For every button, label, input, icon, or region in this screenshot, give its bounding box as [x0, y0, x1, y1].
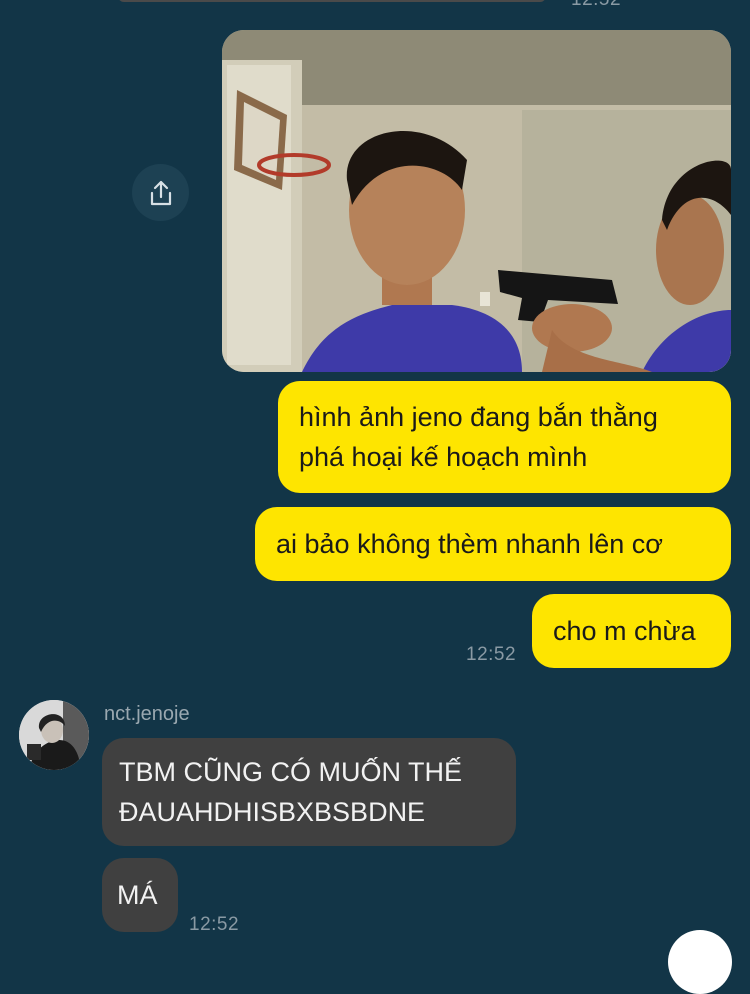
message-line: phá hoại kế hoạch mình	[299, 442, 588, 472]
sender-avatar[interactable]	[19, 700, 89, 770]
share-button[interactable]	[132, 164, 189, 221]
incoming-message-1[interactable]: TBM CŨNG CÓ MUỐN THẾ ĐAUAHDHISBXBSBDNE	[102, 738, 516, 846]
outgoing-message-1[interactable]: hình ảnh jeno đang bắn thằng phá hoại kế…	[278, 381, 731, 493]
incoming-message-2[interactable]: MÁ	[102, 858, 178, 932]
share-upload-icon	[150, 180, 171, 205]
outgoing-message-3[interactable]: cho m chừa	[532, 594, 731, 668]
message-line: MÁ	[117, 880, 158, 910]
message-line: hình ảnh jeno đang bắn thằng	[299, 402, 658, 432]
shared-photo[interactable]	[222, 30, 731, 372]
message-line: TBM CŨNG CÓ MUỐN THẾ	[119, 757, 462, 787]
incoming-timestamp: 12:52	[189, 914, 240, 935]
message-line: ĐAUAHDHISBXBSBDNE	[119, 797, 426, 827]
outgoing-message-2[interactable]: ai bảo không thèm nhanh lên cơ	[255, 507, 731, 581]
previous-message-bubble	[118, 0, 546, 2]
sender-name: nct.jenoje	[104, 703, 190, 725]
floating-button[interactable]	[668, 930, 732, 994]
outgoing-timestamp: 12:52	[466, 644, 517, 665]
message-line: cho m chừa	[553, 616, 696, 646]
message-line: ai bảo không thèm nhanh lên cơ	[276, 529, 663, 559]
top-timestamp: 12:52	[571, 0, 621, 11]
